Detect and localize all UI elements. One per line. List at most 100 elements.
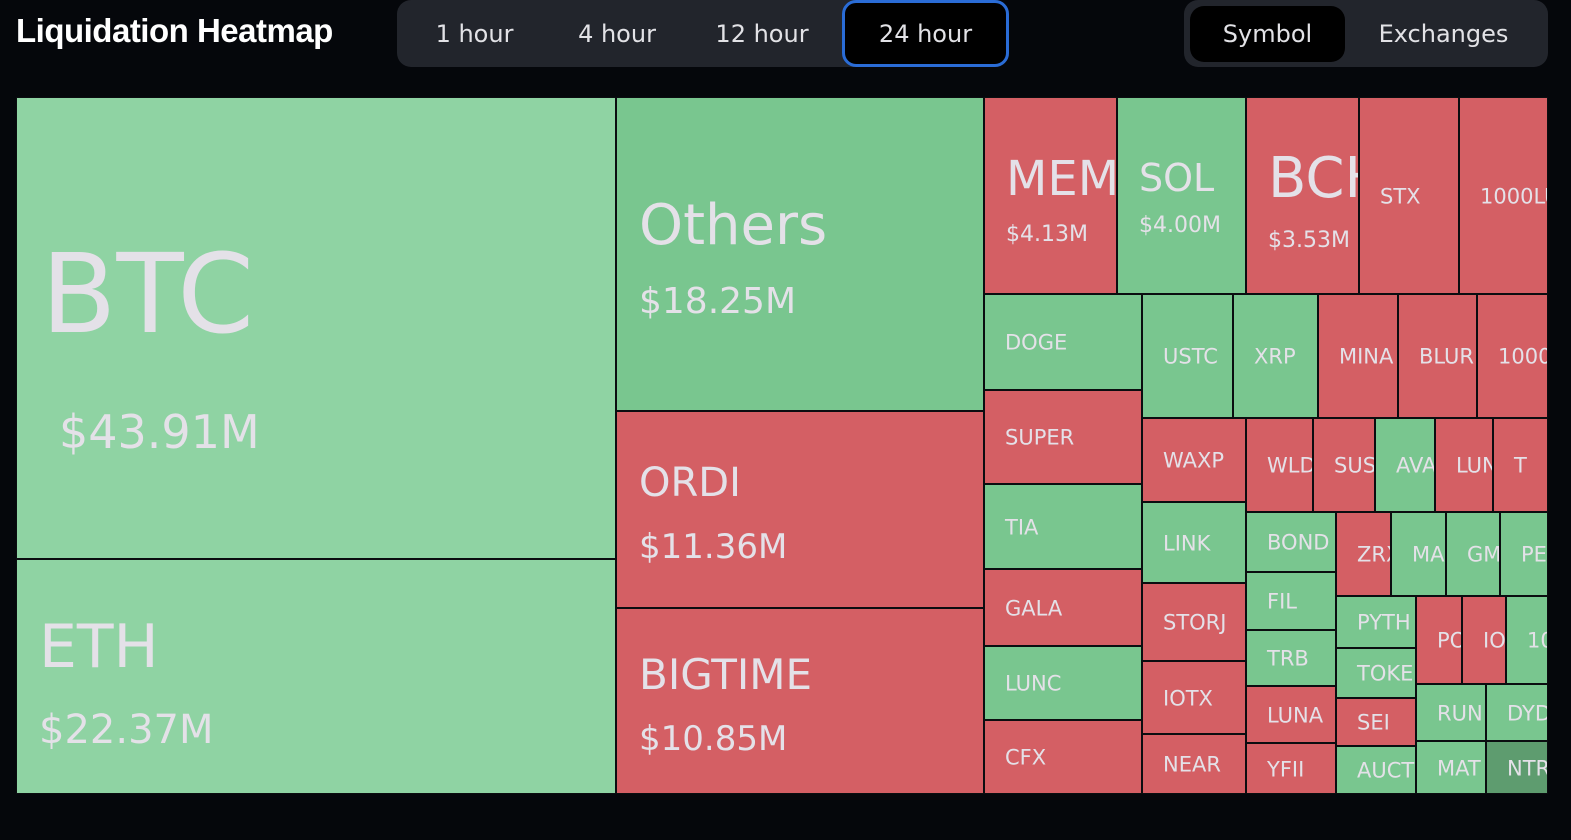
treemap-cell-ntr[interactable]: NTR	[1486, 741, 1548, 794]
cell-symbol: GM	[1467, 542, 1500, 567]
treemap-cell-luna[interactable]: LUNA	[1246, 686, 1336, 743]
treemap-cell-sei[interactable]: SEI	[1336, 698, 1416, 746]
cell-symbol: PYTH	[1357, 610, 1411, 635]
treemap-cell-ordi[interactable]: ORDI $11.36M	[616, 411, 984, 608]
cell-symbol: SEI	[1357, 710, 1390, 735]
treemap-cell-zrx[interactable]: ZRX	[1336, 512, 1391, 596]
treemap-cell-po[interactable]: PO	[1416, 596, 1462, 684]
cell-symbol: DYD	[1507, 701, 1548, 725]
treemap-cell-blur[interactable]: BLUR	[1398, 294, 1477, 418]
treemap-cell-bigtime[interactable]: BIGTIME $10.85M	[616, 608, 984, 794]
cell-value: $11.36M	[639, 527, 788, 567]
cell-symbol: MA	[1412, 542, 1445, 567]
cell-symbol: BOND	[1267, 530, 1330, 555]
cell-symbol: STX	[1380, 184, 1421, 208]
treemap-cell-near[interactable]: NEAR	[1142, 734, 1246, 794]
cell-symbol: ORDI	[639, 460, 741, 506]
cell-symbol: LUNA	[1267, 703, 1324, 727]
cell-value: $4.13M	[1006, 222, 1088, 247]
cell-symbol: BIGTIME	[639, 650, 813, 699]
cell-symbol: MINA	[1339, 344, 1394, 369]
treemap-cell-gala[interactable]: GALA	[984, 569, 1142, 646]
cell-value: $18.25M	[639, 281, 797, 322]
treemap-cell-ma[interactable]: MA	[1391, 512, 1446, 596]
treemap-cell-xrp[interactable]: XRP	[1233, 294, 1318, 418]
treemap-cell-wld[interactable]: WLD	[1246, 418, 1313, 512]
cell-symbol: BTC	[41, 230, 255, 358]
treemap-cell-bond[interactable]: BOND	[1246, 512, 1336, 572]
treemap-cell-1000lu[interactable]: 1000LU	[1459, 97, 1548, 294]
treemap-cell-lun[interactable]: LUN	[1435, 418, 1493, 512]
treemap-cell-iotx[interactable]: IOTX	[1142, 661, 1246, 734]
treemap-cell-t[interactable]: T	[1493, 418, 1548, 512]
treemap-cell-lunc[interactable]: LUNC	[984, 646, 1142, 720]
treemap-cell-mat[interactable]: MAT	[1416, 741, 1486, 794]
cell-symbol: NEAR	[1163, 752, 1221, 777]
treemap-cell-dyd[interactable]: DYD	[1486, 684, 1548, 741]
treemap-cell-auct[interactable]: AUCT	[1336, 746, 1416, 794]
treemap-cell-waxp[interactable]: WAXP	[1142, 418, 1246, 502]
treemap-cell-gm[interactable]: GM	[1446, 512, 1500, 596]
cell-value: $43.91M	[59, 405, 260, 459]
treemap-cell-bch[interactable]: BCH $3.53M	[1246, 97, 1359, 294]
cell-symbol: T	[1514, 453, 1527, 478]
cell-symbol: MEM	[1006, 151, 1117, 207]
treemap-cell-storj[interactable]: STORJ	[1142, 583, 1246, 661]
cell-symbol: SOL	[1139, 156, 1215, 200]
treemap-cell-ustc[interactable]: USTC	[1142, 294, 1233, 418]
cell-symbol: TIA	[1005, 515, 1039, 539]
cell-symbol: STORJ	[1163, 610, 1227, 635]
treemap-cell-others[interactable]: Others $18.25M	[616, 97, 984, 411]
treemap-cell-trb[interactable]: TRB	[1246, 630, 1336, 686]
cell-symbol: IO	[1483, 628, 1506, 653]
cell-symbol: XRP	[1254, 344, 1296, 369]
cell-symbol: GALA	[1005, 596, 1063, 620]
cell-symbol: SUS	[1334, 453, 1375, 478]
cell-symbol: FIL	[1267, 589, 1297, 614]
treemap-cell-mina[interactable]: MINA	[1318, 294, 1398, 418]
cell-value: $10.85M	[639, 719, 788, 759]
cell-symbol: USTC	[1163, 344, 1218, 369]
cell-value: $3.53M	[1268, 228, 1350, 253]
treemap-cell-sus[interactable]: SUS	[1313, 418, 1375, 512]
cell-symbol: WLD	[1267, 453, 1313, 478]
cell-symbol: 1000LU	[1480, 184, 1547, 208]
cell-symbol: TOKE	[1357, 661, 1414, 686]
treemap-cell-tia[interactable]: TIA	[984, 484, 1142, 569]
cell-symbol: ZRX	[1357, 542, 1390, 567]
treemap-cell-toke[interactable]: TOKE	[1336, 648, 1416, 698]
treemap-cell-stx[interactable]: STX	[1359, 97, 1459, 294]
treemap-cell-io[interactable]: IO	[1462, 596, 1506, 684]
treemap-cell-pyth[interactable]: PYTH	[1336, 596, 1416, 648]
cell-symbol: TRB	[1267, 646, 1309, 671]
treemap-cell-cfx[interactable]: CFX	[984, 720, 1142, 794]
treemap-cell-ava[interactable]: AVA	[1375, 418, 1435, 512]
treemap-cell-run[interactable]: RUN	[1416, 684, 1486, 741]
treemap: BTC $43.91M ETH $22.37M Others $18.25M ORDI $11…	[0, 0, 1571, 840]
treemap-cell-1000[interactable]: 1000	[1477, 294, 1548, 418]
cell-symbol: 10	[1527, 628, 1547, 653]
cell-symbol: AVA	[1396, 453, 1435, 478]
treemap-cell-10[interactable]: 10	[1506, 596, 1548, 684]
treemap-cell-sol[interactable]: SOL $4.00M	[1117, 97, 1246, 294]
cell-symbol: PO	[1437, 628, 1461, 653]
cell-symbol: SUPER	[1005, 425, 1075, 450]
treemap-cell-link[interactable]: LINK	[1142, 502, 1246, 583]
cell-value: $4.00M	[1139, 213, 1221, 238]
cell-symbol: CFX	[1005, 745, 1047, 770]
cell-symbol: AUCT	[1357, 758, 1415, 783]
treemap-cell-pe[interactable]: PE	[1500, 512, 1548, 596]
cell-symbol: IOTX	[1163, 686, 1213, 710]
cell-symbol: DOGE	[1005, 330, 1068, 355]
cell-symbol: LINK	[1163, 531, 1211, 555]
treemap-cell-eth[interactable]: ETH $22.37M	[16, 559, 616, 794]
treemap-cell-mem[interactable]: MEM $4.13M	[984, 97, 1117, 294]
treemap-cell-btc[interactable]: BTC $43.91M	[16, 97, 616, 559]
cell-symbol: ETH	[39, 612, 159, 682]
treemap-cell-doge[interactable]: DOGE	[984, 294, 1142, 390]
treemap-cell-super[interactable]: SUPER	[984, 390, 1142, 484]
treemap-cell-yfii[interactable]: YFII	[1246, 743, 1336, 794]
treemap-cell-fil[interactable]: FIL	[1246, 572, 1336, 630]
cell-symbol: WAXP	[1163, 448, 1225, 473]
cell-symbol: LUNC	[1005, 671, 1062, 696]
